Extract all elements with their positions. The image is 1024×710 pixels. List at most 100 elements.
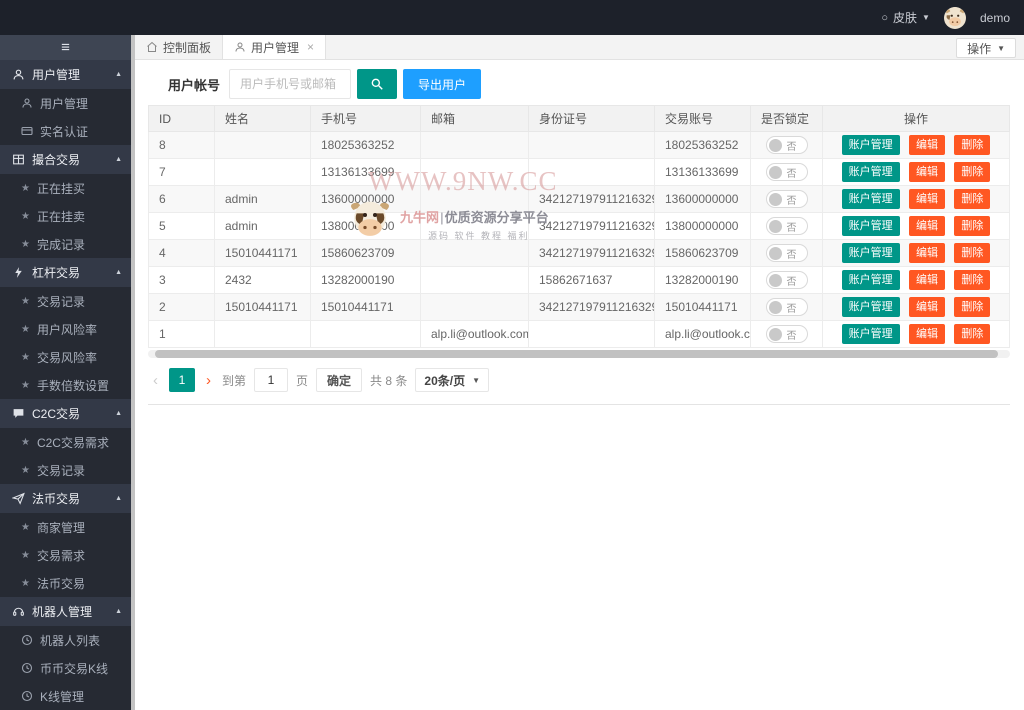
delete-button[interactable]: 删除 bbox=[954, 162, 990, 182]
per-page-select[interactable]: 20条/页 ▼ bbox=[415, 368, 489, 392]
sidebar-item[interactable]: ★ 交易记录 bbox=[0, 287, 131, 315]
account-manage-button[interactable]: 账户管理 bbox=[842, 216, 900, 236]
account-manage-button[interactable]: 账户管理 bbox=[842, 189, 900, 209]
lock-toggle[interactable]: 否 bbox=[766, 190, 808, 208]
sidebar-section-matching-trade[interactable]: 撮合交易 ▲ bbox=[0, 145, 131, 174]
account-manage-button[interactable]: 账户管理 bbox=[842, 297, 900, 317]
sidebar-item[interactable]: 机器人列表 bbox=[0, 626, 131, 654]
bolt-icon bbox=[12, 266, 25, 279]
account-manage-button[interactable]: 账户管理 bbox=[842, 243, 900, 263]
sidebar-item[interactable]: ★ 正在挂卖 bbox=[0, 202, 131, 230]
edit-button[interactable]: 编辑 bbox=[909, 297, 945, 317]
star-icon: ★ bbox=[21, 437, 30, 448]
skin-icon: ○ bbox=[881, 12, 888, 24]
confirm-page-button[interactable]: 确定 bbox=[316, 368, 362, 392]
account-manage-button[interactable]: 账户管理 bbox=[842, 324, 900, 344]
edit-button[interactable]: 编辑 bbox=[909, 216, 945, 236]
edit-button[interactable]: 编辑 bbox=[909, 243, 945, 263]
sidebar-item-user-management[interactable]: 用户管理 bbox=[0, 89, 131, 117]
username[interactable]: demo bbox=[980, 11, 1010, 25]
chevron-up-icon: ▲ bbox=[115, 156, 122, 163]
lock-toggle[interactable]: 否 bbox=[766, 217, 808, 235]
next-page-button[interactable]: › bbox=[203, 372, 214, 389]
sidebar-item[interactable]: K线管理 bbox=[0, 682, 131, 710]
sidebar-section-user-management[interactable]: 用户管理 ▲ bbox=[0, 60, 131, 89]
cell-email bbox=[421, 132, 529, 159]
skin-selector[interactable]: ○ 皮肤 ▼ bbox=[881, 9, 930, 26]
tab-dashboard[interactable]: 控制面板 bbox=[135, 35, 223, 59]
goto-label: 到第 bbox=[222, 372, 246, 389]
account-manage-button[interactable]: 账户管理 bbox=[842, 270, 900, 290]
sidebar-section-c2c-trade[interactable]: C2C交易 ▲ bbox=[0, 399, 131, 428]
account-manage-button[interactable]: 账户管理 bbox=[842, 135, 900, 155]
lock-toggle[interactable]: 否 bbox=[766, 325, 808, 343]
delete-button[interactable]: 删除 bbox=[954, 216, 990, 236]
tab-bar: 控制面板 用户管理 × 操作 ▼ bbox=[135, 35, 1024, 60]
account-manage-button[interactable]: 账户管理 bbox=[842, 162, 900, 182]
sidebar-item-realname-auth[interactable]: 实名认证 bbox=[0, 117, 131, 145]
page-number-input[interactable] bbox=[254, 368, 288, 392]
clock-icon bbox=[21, 634, 33, 646]
cell-account: 13136133699 bbox=[655, 159, 751, 186]
search-input[interactable] bbox=[229, 69, 351, 99]
main-content: 控制面板 用户管理 × 操作 ▼ 用户帐号 导出用户 bbox=[135, 35, 1024, 710]
delete-button[interactable]: 删除 bbox=[954, 270, 990, 290]
lock-toggle[interactable]: 否 bbox=[766, 163, 808, 181]
toggle-label: 否 bbox=[787, 300, 797, 315]
sidebar-item[interactable]: ★ 交易记录 bbox=[0, 456, 131, 484]
horizontal-scrollbar[interactable] bbox=[148, 350, 1010, 358]
sidebar-item[interactable]: ★ 用户风险率 bbox=[0, 315, 131, 343]
cell-name bbox=[215, 159, 311, 186]
export-users-button[interactable]: 导出用户 bbox=[403, 69, 481, 99]
sidebar-item[interactable]: ★ C2C交易需求 bbox=[0, 428, 131, 456]
close-icon[interactable]: × bbox=[307, 40, 314, 54]
sidebar-section-fiat-trade[interactable]: 法币交易 ▲ bbox=[0, 484, 131, 513]
sidebar-item[interactable]: ★ 正在挂买 bbox=[0, 174, 131, 202]
lock-toggle[interactable]: 否 bbox=[766, 244, 808, 262]
tab-user-management[interactable]: 用户管理 × bbox=[223, 35, 326, 59]
delete-button[interactable]: 删除 bbox=[954, 135, 990, 155]
sidebar-section-leverage-trade[interactable]: 杠杆交易 ▲ bbox=[0, 258, 131, 287]
delete-button[interactable]: 删除 bbox=[954, 324, 990, 344]
delete-button[interactable]: 删除 bbox=[954, 189, 990, 209]
prev-page-button[interactable]: ‹ bbox=[150, 372, 161, 389]
sidebar-item[interactable]: ★ 商家管理 bbox=[0, 513, 131, 541]
sidebar-item[interactable]: ★ 手数倍数设置 bbox=[0, 371, 131, 399]
sidebar-collapse-button[interactable]: ≡ bbox=[0, 35, 131, 60]
star-icon: ★ bbox=[21, 380, 30, 391]
sidebar-item[interactable]: ★ 交易需求 bbox=[0, 541, 131, 569]
delete-button[interactable]: 删除 bbox=[954, 297, 990, 317]
cell-idcard: 15862671637 bbox=[529, 267, 655, 294]
sidebar-item[interactable]: ★ 法币交易 bbox=[0, 569, 131, 597]
sidebar-item[interactable]: ★ 完成记录 bbox=[0, 230, 131, 258]
sidebar-scrollbar[interactable] bbox=[131, 35, 135, 710]
sidebar-item[interactable]: ★ 交易风险率 bbox=[0, 343, 131, 371]
table-row: 1 alp.li@outlook.com alp.li@outlook.com … bbox=[149, 321, 1010, 348]
edit-button[interactable]: 编辑 bbox=[909, 270, 945, 290]
sidebar: ≡ 用户管理 ▲ 用户管理 实名认证 撮合交易 bbox=[0, 35, 131, 710]
scrollbar-thumb[interactable] bbox=[155, 350, 998, 358]
toggle-knob bbox=[769, 166, 782, 179]
cell-id: 6 bbox=[149, 186, 215, 213]
sidebar-section-robot-management[interactable]: 机器人管理 ▲ bbox=[0, 597, 131, 626]
delete-button[interactable]: 删除 bbox=[954, 243, 990, 263]
cell-id: 3 bbox=[149, 267, 215, 294]
user-icon bbox=[21, 97, 33, 109]
avatar[interactable] bbox=[944, 7, 966, 29]
col-header-idcard: 身份证号 bbox=[529, 106, 655, 132]
sidebar-item[interactable]: 币币交易K线 bbox=[0, 654, 131, 682]
table-header-row: ID 姓名 手机号 邮箱 身份证号 交易账号 是否锁定 操作 bbox=[149, 106, 1010, 132]
operation-dropdown[interactable]: 操作 ▼ bbox=[956, 38, 1016, 58]
topbar: ○ 皮肤 ▼ demo bbox=[0, 0, 1024, 35]
edit-button[interactable]: 编辑 bbox=[909, 135, 945, 155]
lock-toggle[interactable]: 否 bbox=[766, 271, 808, 289]
edit-button[interactable]: 编辑 bbox=[909, 162, 945, 182]
edit-button[interactable]: 编辑 bbox=[909, 189, 945, 209]
lock-toggle[interactable]: 否 bbox=[766, 136, 808, 154]
current-page-button[interactable]: 1 bbox=[169, 368, 195, 392]
cell-email bbox=[421, 294, 529, 321]
search-button[interactable] bbox=[357, 69, 397, 99]
lock-toggle[interactable]: 否 bbox=[766, 298, 808, 316]
edit-button[interactable]: 编辑 bbox=[909, 324, 945, 344]
total-count-label: 共 8 条 bbox=[370, 372, 407, 389]
